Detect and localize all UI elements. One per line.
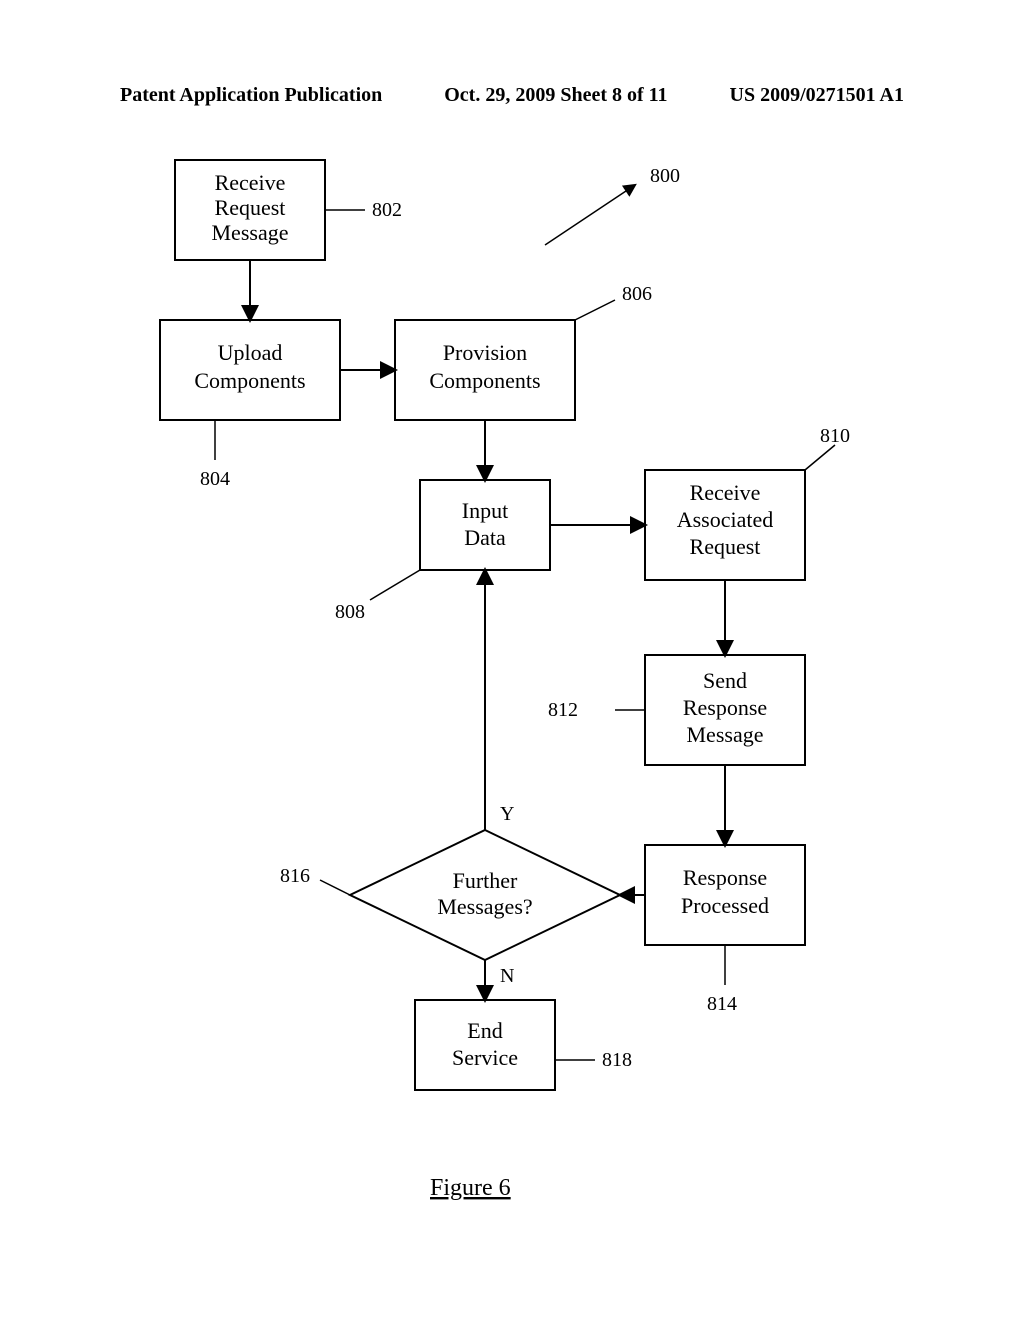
ref-806: 806 — [622, 283, 652, 305]
svg-text:Messages?: Messages? — [437, 894, 532, 919]
label-no: N — [500, 965, 514, 987]
box-provision-components: Provision Components — [395, 320, 575, 420]
svg-text:Receive: Receive — [690, 480, 761, 505]
flowchart: Receive Request Message Upload Component… — [0, 0, 1024, 1320]
box-send-response-message: Send Response Message — [645, 655, 805, 765]
ref-818: 818 — [602, 1049, 632, 1071]
svg-text:Associated: Associated — [677, 507, 774, 532]
svg-text:Service: Service — [452, 1045, 518, 1070]
svg-text:Components: Components — [429, 368, 540, 393]
box-upload-components: Upload Components — [160, 320, 340, 420]
svg-text:Request: Request — [215, 195, 286, 220]
label-yes: Y — [500, 803, 514, 825]
svg-text:Send: Send — [703, 668, 747, 693]
decision-further-messages: Further Messages? — [350, 830, 620, 960]
svg-text:End: End — [467, 1018, 502, 1043]
svg-text:Receive: Receive — [215, 170, 286, 195]
ref-814: 814 — [707, 993, 737, 1015]
ref-812: 812 — [548, 699, 578, 721]
ref-810: 810 — [820, 425, 850, 447]
ref-800: 800 — [650, 165, 680, 187]
svg-text:Data: Data — [464, 525, 506, 550]
svg-text:Response: Response — [683, 695, 767, 720]
ref-804: 804 — [200, 468, 230, 490]
svg-text:Input: Input — [462, 498, 508, 523]
svg-text:Message: Message — [212, 220, 289, 245]
svg-text:Response: Response — [683, 865, 767, 890]
svg-text:Message: Message — [687, 722, 764, 747]
ref-816: 816 — [280, 865, 310, 887]
ref-802: 802 — [372, 199, 402, 221]
box-input-data: Input Data — [420, 480, 550, 570]
box-response-processed: Response Processed — [645, 845, 805, 945]
svg-text:Further: Further — [453, 868, 518, 893]
svg-text:Provision: Provision — [443, 340, 527, 365]
svg-text:Request: Request — [690, 534, 761, 559]
ref-808: 808 — [335, 601, 365, 623]
svg-text:Components: Components — [194, 368, 305, 393]
box-end-service: End Service — [415, 1000, 555, 1090]
svg-text:Processed: Processed — [681, 893, 769, 918]
box-receive-associated-request: Receive Associated Request — [645, 470, 805, 580]
svg-text:Upload: Upload — [218, 340, 283, 365]
figure-caption: Figure 6 — [430, 1175, 511, 1201]
box-receive-request-message: Receive Request Message — [175, 160, 325, 260]
